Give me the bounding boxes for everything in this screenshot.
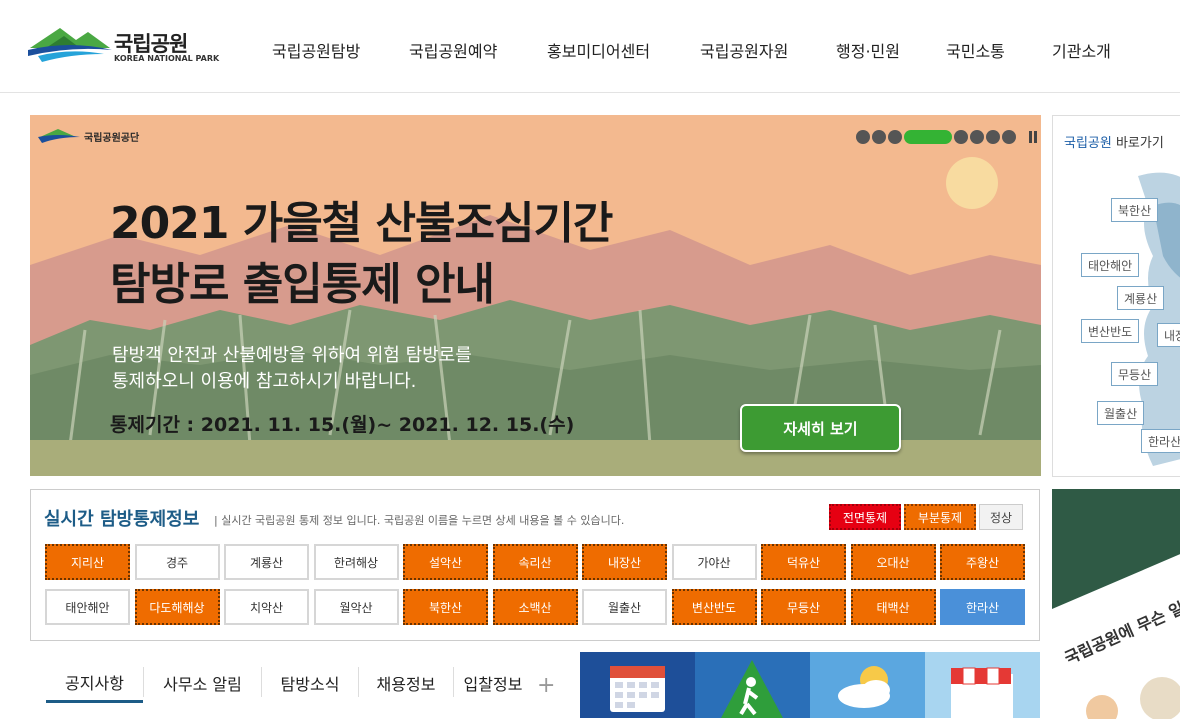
- nav-item-media[interactable]: 홍보미디어센터: [547, 38, 650, 62]
- legend-full-closure: 전면통제: [829, 504, 901, 530]
- park-status-button[interactable]: 한려해상: [313, 544, 399, 580]
- slide-dot[interactable]: [872, 130, 886, 144]
- tab-recruit[interactable]: 채용정보: [359, 663, 453, 703]
- park-status-button[interactable]: 치악산: [224, 589, 309, 625]
- tab-office-notice[interactable]: 사무소 알림: [144, 663, 261, 703]
- slide-dot[interactable]: [954, 130, 968, 144]
- quick-link-weather[interactable]: [810, 652, 925, 718]
- quick-link-calendar[interactable]: [580, 652, 695, 718]
- more-plus-icon[interactable]: +: [537, 673, 555, 698]
- map-title-rest: 바로가기: [1111, 136, 1164, 151]
- park-status-button[interactable]: 내장산: [582, 544, 667, 580]
- map-tag-bukhansan[interactable]: 북한산: [1111, 198, 1159, 222]
- map-tag-gyeryongsan[interactable]: 계룡산: [1117, 286, 1165, 310]
- park-status-button[interactable]: 속리산: [492, 544, 578, 580]
- map-title-strong: 국립공원: [1064, 136, 1112, 151]
- park-status-button[interactable]: 한라산: [940, 589, 1025, 625]
- map-tag-taean[interactable]: 태안해안: [1081, 253, 1140, 277]
- park-status-button[interactable]: 가야산: [671, 544, 757, 580]
- park-map-panel: 국립공원 바로가기 북한산 태안해안 계룡산 변산반도 내장 무등산 월출산 한…: [1052, 115, 1180, 477]
- promo-banner[interactable]: 국립공원에 무슨 일: [1052, 489, 1180, 719]
- park-status-button[interactable]: 소백산: [492, 589, 578, 625]
- legend-normal: 정상: [979, 504, 1023, 530]
- slide-dot[interactable]: [888, 130, 902, 144]
- nav-item-resources[interactable]: 국립공원자원: [700, 38, 788, 62]
- banner-desc-line1: 탐방객 안전과 산불예방을 위하여 위험 탐방로를: [112, 345, 472, 366]
- store-icon: [951, 667, 1013, 718]
- main-banner[interactable]: 국립공원공단 2021 가을철 산불조심기간 탐방로 출입통제 안내 탐방객 안…: [30, 115, 1041, 476]
- site-logo[interactable]: 국립공원 KOREA NATIONAL PARK: [28, 22, 233, 72]
- park-status-button[interactable]: 북한산: [403, 589, 488, 625]
- park-status-button[interactable]: 태안해안: [45, 589, 130, 625]
- park-status-button[interactable]: 다도해해상: [134, 589, 220, 625]
- hiker-icon: [721, 660, 783, 718]
- map-tag-naejang[interactable]: 내장: [1157, 323, 1180, 347]
- logo-text-en: KOREA NATIONAL PARK: [114, 54, 220, 63]
- park-status-button[interactable]: 태백산: [850, 589, 936, 625]
- quick-link-hiking[interactable]: [695, 652, 810, 718]
- map-tag-mudeungsan[interactable]: 무등산: [1111, 362, 1159, 386]
- banner-title-line1: 2021 가을철 산불조심기간: [110, 198, 613, 249]
- site-header: 국립공원 KOREA NATIONAL PARK 국립공원탐방 국립공원예약 홍…: [0, 0, 1180, 93]
- slide-dot[interactable]: [1002, 130, 1016, 144]
- tab-bid[interactable]: 입찰정보: [454, 663, 532, 703]
- slide-dot-active[interactable]: [904, 130, 952, 144]
- park-status-button[interactable]: 덕유산: [761, 544, 846, 580]
- park-status-button[interactable]: 계룡산: [224, 544, 309, 580]
- park-status-button[interactable]: 월악산: [313, 589, 399, 625]
- park-status-button[interactable]: 경주: [134, 544, 220, 580]
- map-tag-wolchulsan[interactable]: 월출산: [1097, 401, 1145, 425]
- map-tag-hallasan[interactable]: 한라산: [1141, 429, 1180, 453]
- pause-icon[interactable]: [1028, 131, 1038, 143]
- park-status-button[interactable]: 지리산: [45, 544, 130, 580]
- slide-dot[interactable]: [986, 130, 1000, 144]
- park-status-button[interactable]: 오대산: [850, 544, 936, 580]
- park-status-button[interactable]: 설악산: [403, 544, 488, 580]
- park-status-button[interactable]: 변산반도: [671, 589, 757, 625]
- slide-dot[interactable]: [856, 130, 870, 144]
- realtime-status-panel: 실시간 탐방통제정보 | 실시간 국립공원 통제 정보 입니다. 국립공원 이름…: [30, 489, 1040, 641]
- map-tag-byeonsan[interactable]: 변산반도: [1081, 319, 1140, 343]
- tab-notice[interactable]: 공지사항: [46, 663, 143, 703]
- nav-item-reservation[interactable]: 국립공원예약: [409, 38, 497, 62]
- calendar-icon: [610, 666, 665, 712]
- nav-item-communication[interactable]: 국민소통: [946, 38, 1005, 62]
- logo-mountain-icon: [28, 28, 112, 62]
- status-subtitle: | 실시간 국립공원 통제 정보 입니다. 국립공원 이름을 누르면 상세 내용…: [214, 514, 625, 527]
- status-title: 실시간 탐방통제정보: [44, 509, 200, 530]
- park-status-button[interactable]: 월출산: [582, 589, 667, 625]
- park-status-button[interactable]: 무등산: [761, 589, 846, 625]
- quick-link-store[interactable]: [925, 652, 1040, 718]
- nav-item-about[interactable]: 기관소개: [1052, 38, 1111, 62]
- banner-title-line2: 탐방로 출입통제 안내: [110, 259, 495, 310]
- park-status-button[interactable]: 주왕산: [940, 544, 1025, 580]
- banner-org-label: 국립공원공단: [84, 133, 140, 144]
- weather-icon: [838, 666, 890, 708]
- legend-partial-closure: 부분통제: [904, 504, 976, 530]
- tab-tour-news[interactable]: 탐방소식: [262, 663, 358, 703]
- nav-item-tour[interactable]: 국립공원탐방: [272, 38, 360, 62]
- banner-detail-button[interactable]: 자세히 보기: [740, 404, 901, 452]
- banner-period: 통제기간 : 2021. 11. 15.(월)~ 2021. 12. 15.(수…: [110, 414, 575, 436]
- nav-item-admin[interactable]: 행정·민원: [836, 38, 900, 62]
- map-panel-title: 국립공원 바로가기: [1064, 132, 1164, 151]
- slide-dot[interactable]: [970, 130, 984, 144]
- banner-desc-line2: 통제하오니 이용에 참고하시기 바랍니다.: [112, 371, 417, 392]
